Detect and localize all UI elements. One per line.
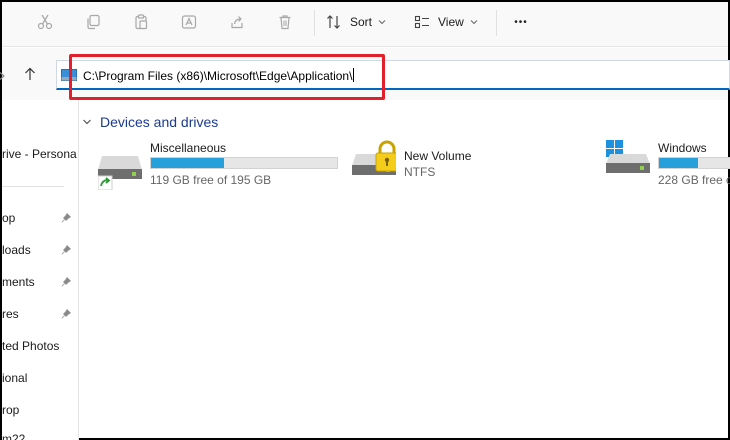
devices-section-header[interactable]: Devices and drives (82, 114, 218, 130)
nav-item-folder[interactable]: m22 (2, 430, 78, 440)
view-icon (414, 15, 429, 29)
cut-button[interactable] (34, 10, 56, 34)
nav-item-dropbox[interactable]: rop (2, 401, 78, 421)
chevron-down-icon (470, 20, 478, 25)
arrow-up-icon (25, 67, 35, 80)
nav-item-documents[interactable]: ments (2, 273, 78, 293)
pin-icon (61, 309, 71, 319)
share-button[interactable] (226, 10, 248, 34)
paste-button[interactable] (130, 10, 152, 34)
toolbar-separator (496, 10, 497, 36)
drive-tile-new-volume[interactable]: New Volume NTFS (352, 140, 552, 190)
drive-usage-bar (150, 157, 338, 169)
sort-icon (327, 15, 340, 29)
nav-item-label: rive - Persona (2, 147, 77, 161)
windows-drive-icon (606, 140, 650, 173)
copy-button[interactable] (82, 10, 104, 34)
rename-icon (181, 15, 197, 29)
nav-item-photos[interactable]: ted Photos (2, 337, 78, 357)
nav-item-label: loads (2, 243, 31, 257)
chevron-down-icon (378, 20, 386, 25)
drive-free-space: 119 GB free of 195 GB (150, 173, 272, 187)
nav-item-downloads[interactable]: loads (2, 241, 78, 261)
delete-button[interactable] (274, 10, 296, 34)
drive-free-space: 228 GB free of (658, 173, 730, 187)
nav-item-onedrive[interactable]: rive - Persona (2, 145, 78, 165)
view-button[interactable]: View (414, 10, 482, 34)
locked-drive-icon (352, 140, 396, 175)
up-button[interactable] (20, 62, 40, 86)
drive-tile-windows[interactable]: Windows 228 GB free of (606, 140, 730, 190)
copy-icon (87, 14, 100, 30)
nav-item-label: m22 (2, 432, 26, 440)
sort-label: Sort (350, 15, 373, 29)
more-icon: ••• (514, 16, 528, 28)
navigation-pane: rive - Persona op loads ments res ted Ph… (2, 100, 79, 440)
address-highlight-annotation (69, 54, 385, 100)
command-bar: Sort View ••• (2, 2, 728, 47)
drive-usage-fill (659, 158, 698, 168)
chevron-down-icon (83, 119, 91, 125)
chevron-right-icon (0, 72, 5, 80)
drive-name: Windows (658, 141, 707, 155)
nav-item-label: rop (2, 403, 20, 417)
nav-item-desktop[interactable]: op (2, 209, 78, 229)
nav-item-pictures[interactable]: res (2, 305, 78, 325)
nav-item-label: ments (2, 275, 35, 289)
pin-icon (61, 277, 71, 287)
paste-icon (135, 14, 148, 30)
rename-button[interactable] (178, 10, 200, 34)
drive-filesystem: NTFS (404, 165, 436, 179)
drive-tile-miscellaneous[interactable]: Miscellaneous 119 GB free of 195 GB (98, 141, 348, 192)
nav-divider (2, 186, 64, 187)
share-icon (231, 16, 243, 29)
drive-name: New Volume (404, 149, 472, 163)
drive-name: Miscellaneous (150, 141, 227, 155)
drive-shortcut-icon (98, 156, 142, 190)
nav-item-label: res (2, 307, 19, 321)
more-options-button[interactable]: ••• (508, 10, 534, 34)
pin-icon (61, 213, 71, 223)
forward-button[interactable] (0, 64, 10, 88)
pin-icon (61, 245, 71, 255)
toolbar-separator (314, 10, 315, 36)
nav-item-label: ted Photos (2, 339, 60, 353)
nav-item-label: ional (2, 371, 28, 385)
section-title: Devices and drives (100, 114, 219, 130)
view-label: View (438, 15, 464, 29)
nav-item-label: op (2, 211, 16, 225)
delete-icon (279, 15, 291, 30)
drive-usage-bar (658, 157, 730, 169)
nav-item-personal[interactable]: ional (2, 369, 78, 389)
drive-usage-fill (151, 158, 224, 168)
cut-icon (37, 14, 53, 30)
sort-button[interactable]: Sort (326, 10, 390, 34)
